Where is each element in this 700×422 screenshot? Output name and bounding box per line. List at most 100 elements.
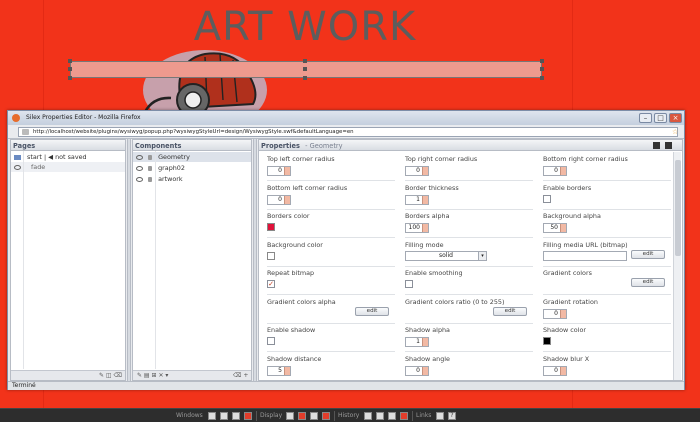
- resize-handle[interactable]: [68, 67, 72, 71]
- stepper-arrows-icon[interactable]: [422, 195, 428, 204]
- dock-icon[interactable]: [653, 142, 660, 149]
- numeric-stepper[interactable]: 0: [267, 194, 291, 205]
- property-field: Filling mode solid ▾: [405, 240, 543, 268]
- stepper-arrows-icon[interactable]: [284, 366, 290, 375]
- numeric-stepper[interactable]: 0: [405, 166, 429, 176]
- numeric-stepper[interactable]: 50: [543, 223, 567, 233]
- display-button[interactable]: [286, 412, 294, 420]
- resize-handle[interactable]: [540, 67, 544, 71]
- close-panel-icon[interactable]: [665, 142, 672, 149]
- toolbar-icons[interactable]: ✎ ◫ ⌫: [99, 372, 122, 379]
- stepper-arrows-icon[interactable]: [560, 224, 566, 232]
- component-item-artwork[interactable]: artwork: [133, 174, 251, 184]
- resize-handle[interactable]: [68, 76, 72, 80]
- user-button[interactable]: [436, 412, 444, 420]
- lock-icon[interactable]: [148, 176, 153, 182]
- row-separator: [543, 265, 671, 267]
- components-header: Components: [133, 140, 251, 151]
- numeric-stepper[interactable]: 0: [543, 308, 567, 319]
- resize-handle[interactable]: [303, 76, 307, 80]
- stepper-arrows-icon[interactable]: [422, 224, 428, 232]
- resize-handle[interactable]: [303, 59, 307, 63]
- display-button[interactable]: [322, 412, 330, 420]
- bookmark-star-icon[interactable]: ☆: [672, 128, 678, 136]
- display-button[interactable]: [298, 412, 306, 420]
- history-button[interactable]: [400, 412, 408, 420]
- property-label: Shadow alpha: [405, 326, 450, 334]
- checkbox[interactable]: ✓: [267, 280, 275, 288]
- checkbox[interactable]: [267, 337, 275, 345]
- stage-title[interactable]: ART WORK: [0, 4, 610, 50]
- stepper-value: 1: [416, 338, 420, 345]
- close-button[interactable]: ×: [669, 113, 682, 123]
- color-swatch[interactable]: [267, 251, 275, 260]
- chevron-down-icon[interactable]: ▾: [478, 251, 486, 260]
- resize-handle[interactable]: [540, 59, 544, 63]
- resize-handle[interactable]: [68, 59, 72, 63]
- panel-splitter[interactable]: [127, 139, 131, 381]
- property-field: Bottom right corner radius 0: [543, 154, 677, 182]
- window-button[interactable]: [232, 412, 240, 420]
- stepper-arrows-icon[interactable]: [422, 338, 428, 346]
- component-item-geometry[interactable]: Geometry: [133, 152, 251, 162]
- numeric-stepper[interactable]: 100: [405, 223, 429, 233]
- maximize-button[interactable]: □: [654, 113, 667, 123]
- filling-mode-select[interactable]: solid ▾: [405, 250, 487, 261]
- stepper-arrows-icon[interactable]: [560, 366, 566, 375]
- numeric-stepper[interactable]: 0: [267, 166, 291, 176]
- numeric-stepper[interactable]: 0: [543, 166, 567, 176]
- edit-button[interactable]: edit: [493, 306, 527, 316]
- lock-icon[interactable]: [148, 154, 153, 160]
- edit-button[interactable]: edit: [355, 306, 389, 316]
- checkbox[interactable]: [543, 194, 551, 203]
- center-handle[interactable]: [303, 67, 307, 71]
- undo-button[interactable]: [376, 412, 384, 420]
- resize-handle[interactable]: [540, 76, 544, 80]
- history-button[interactable]: [364, 412, 372, 420]
- property-label: Background color: [267, 240, 323, 249]
- url-field[interactable]: http://localhost/website/plugins/wysiwyg…: [18, 127, 678, 137]
- row-separator: [405, 322, 533, 324]
- toolbar-icons[interactable]: ⌫ +: [233, 372, 248, 379]
- property-label: Borders color: [267, 212, 310, 220]
- color-swatch[interactable]: [543, 337, 551, 345]
- window-button[interactable]: [220, 412, 228, 420]
- scrollbar-thumb[interactable]: [675, 160, 681, 256]
- color-swatch[interactable]: [267, 223, 275, 231]
- window-titlebar[interactable]: Silex Properties Editor - Mozilla Firefo…: [8, 111, 684, 125]
- media-url-input[interactable]: [543, 250, 627, 261]
- eye-icon[interactable]: [136, 176, 143, 182]
- component-item-graph02[interactable]: graph02: [133, 163, 251, 173]
- numeric-stepper[interactable]: 1: [405, 337, 429, 347]
- stepper-value: 0: [554, 309, 558, 317]
- numeric-stepper[interactable]: 0: [405, 365, 429, 376]
- minimize-button[interactable]: –: [639, 113, 652, 123]
- numeric-stepper[interactable]: 0: [543, 365, 567, 376]
- checkbox[interactable]: [405, 280, 413, 288]
- display-button[interactable]: [310, 412, 318, 420]
- eye-icon[interactable]: [136, 154, 143, 160]
- edit-button[interactable]: edit: [631, 278, 665, 287]
- stepper-arrows-icon[interactable]: [560, 309, 566, 318]
- eye-icon[interactable]: [136, 165, 143, 171]
- edit-button[interactable]: edit: [631, 249, 665, 259]
- stepper-arrows-icon[interactable]: [560, 167, 566, 175]
- property-label: Shadow color: [543, 326, 586, 334]
- help-icon[interactable]: ?: [448, 412, 456, 420]
- lock-icon[interactable]: [148, 165, 153, 171]
- numeric-stepper[interactable]: 5: [267, 365, 291, 376]
- panel-splitter[interactable]: [253, 139, 257, 381]
- stepper-arrows-icon[interactable]: [422, 366, 428, 375]
- stepper-arrows-icon[interactable]: [422, 167, 428, 175]
- window-button[interactable]: [244, 412, 252, 420]
- window-button[interactable]: [208, 412, 216, 420]
- vertical-scrollbar[interactable]: [673, 152, 681, 380]
- numeric-stepper[interactable]: 1: [405, 194, 429, 205]
- redo-button[interactable]: [388, 412, 396, 420]
- eye-icon[interactable]: [14, 164, 21, 170]
- toolbar-icons[interactable]: ✎ ▤ ⊞ ✕ ▾: [137, 372, 168, 379]
- stepper-arrows-icon[interactable]: [284, 167, 290, 175]
- stepper-arrows-icon[interactable]: [284, 195, 290, 204]
- page-item-fade[interactable]: fade: [11, 162, 125, 172]
- page-item-start[interactable]: start | ◀ not saved: [11, 152, 125, 162]
